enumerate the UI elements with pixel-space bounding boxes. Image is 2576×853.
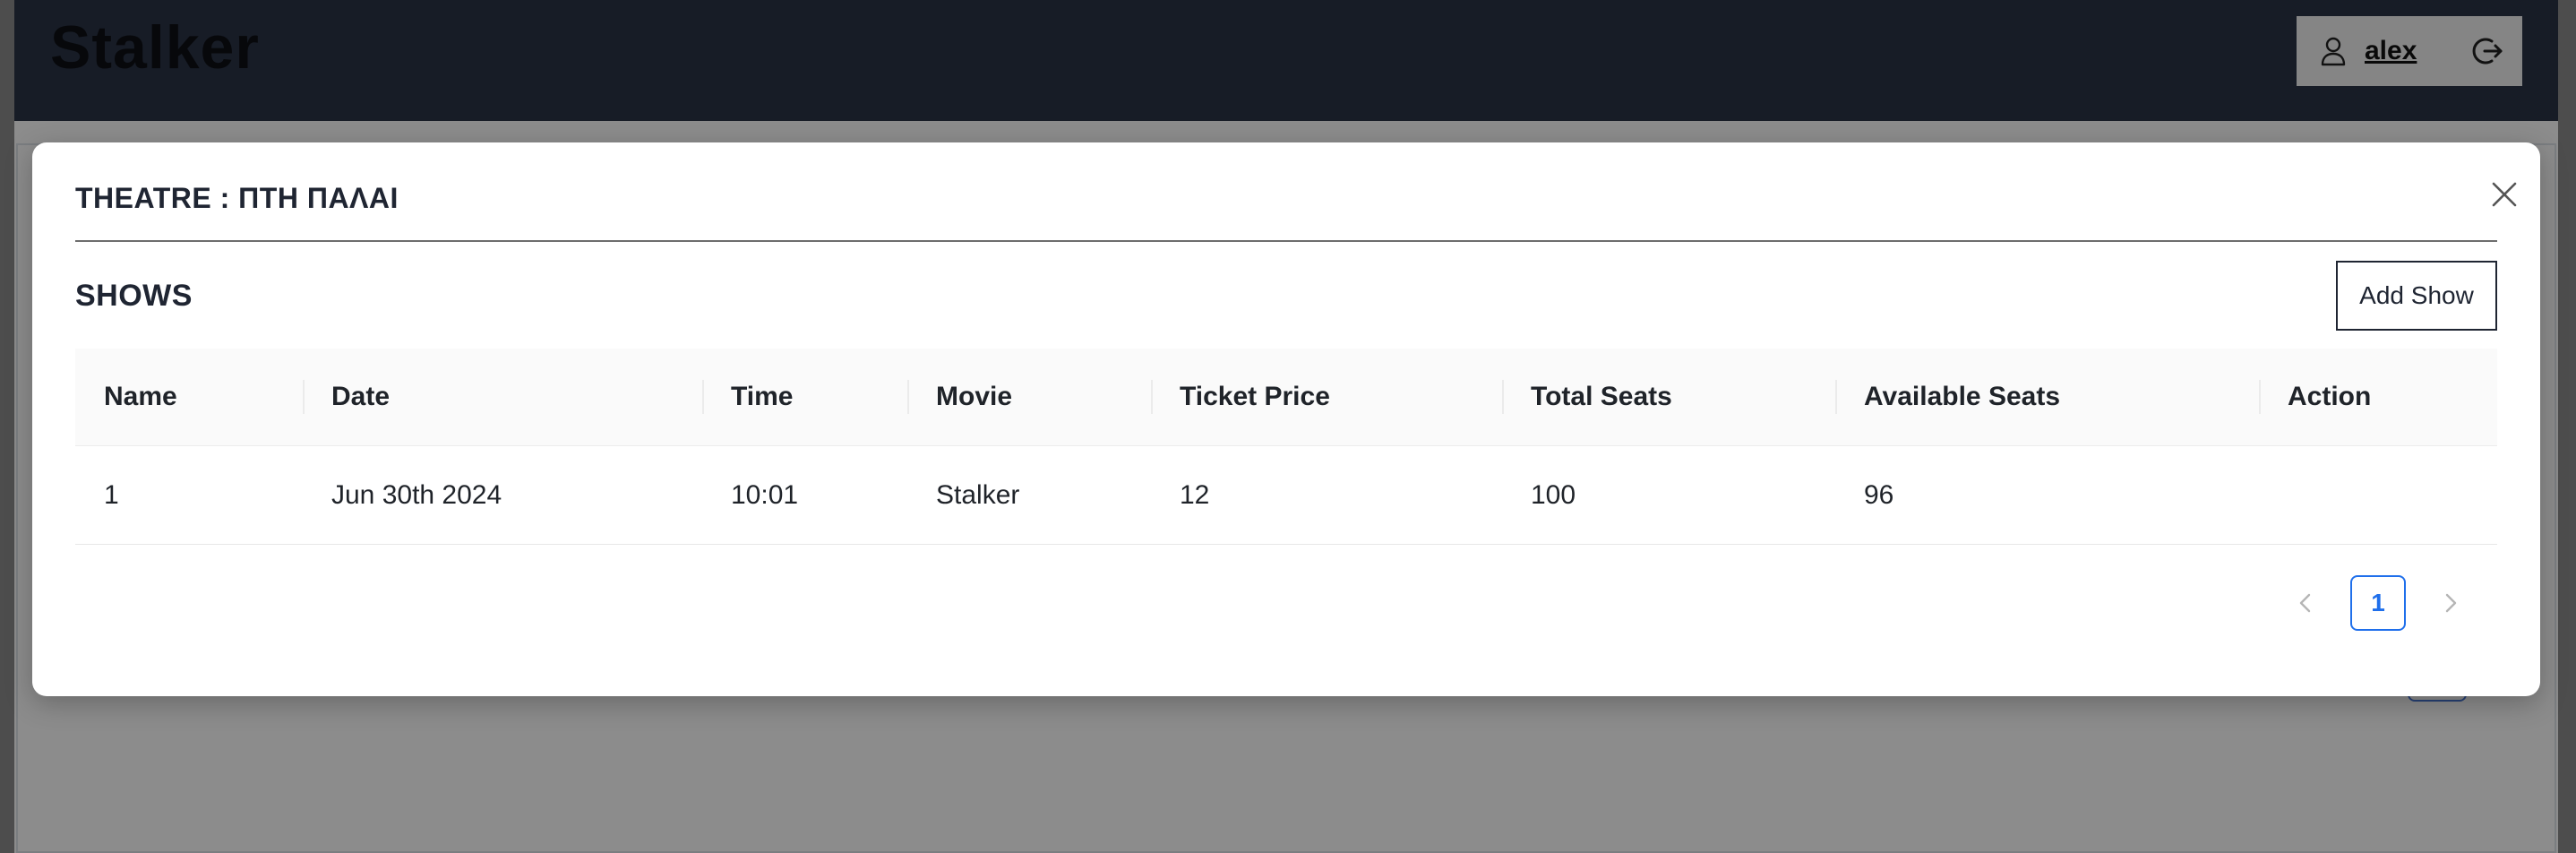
column-header-date: Date (303, 349, 702, 445)
column-header-movie: Movie (907, 349, 1151, 445)
page-number-button[interactable]: 1 (2350, 575, 2406, 631)
column-header-total-seats: Total Seats (1502, 349, 1835, 445)
title-divider (75, 240, 2497, 242)
cell-total-seats: 100 (1531, 479, 1576, 510)
cell-available-seats: 96 (1864, 479, 1894, 510)
chevron-left-icon[interactable] (2280, 574, 2331, 632)
cell-movie: Stalker (936, 479, 1020, 510)
cell-time: 10:01 (731, 479, 799, 510)
shows-heading: SHOWS (75, 279, 193, 313)
close-icon[interactable] (2488, 178, 2520, 211)
theatre-shows-modal: THEATRE : ΠΤΗ ΠΑΛΑΙ SHOWS Add Show Name … (32, 142, 2540, 696)
column-header-available-seats: Available Seats (1835, 349, 2259, 445)
cell-ticket-price: 12 (1180, 479, 1210, 510)
pagination: 1 (2280, 574, 2476, 632)
cell-date: Jun 30th 2024 (331, 479, 502, 510)
cell-action[interactable] (2259, 446, 2497, 544)
column-header-name: Name (104, 382, 177, 411)
chevron-right-icon[interactable] (2426, 574, 2476, 632)
modal-title: THEATRE : ΠΤΗ ΠΑΛΑΙ (75, 182, 399, 214)
cell-name: 1 (104, 479, 119, 510)
shows-table: Name Date Time Movie Ticket Price Total … (75, 349, 2497, 545)
column-header-action: Action (2259, 349, 2497, 445)
add-show-button[interactable]: Add Show (2336, 261, 2497, 331)
table-row[interactable]: 1 Jun 30th 2024 10:01 Stalker 12 100 96 (75, 446, 2497, 545)
column-header-ticket-price: Ticket Price (1151, 349, 1502, 445)
column-header-time: Time (702, 349, 907, 445)
table-header: Name Date Time Movie Ticket Price Total … (75, 349, 2497, 446)
